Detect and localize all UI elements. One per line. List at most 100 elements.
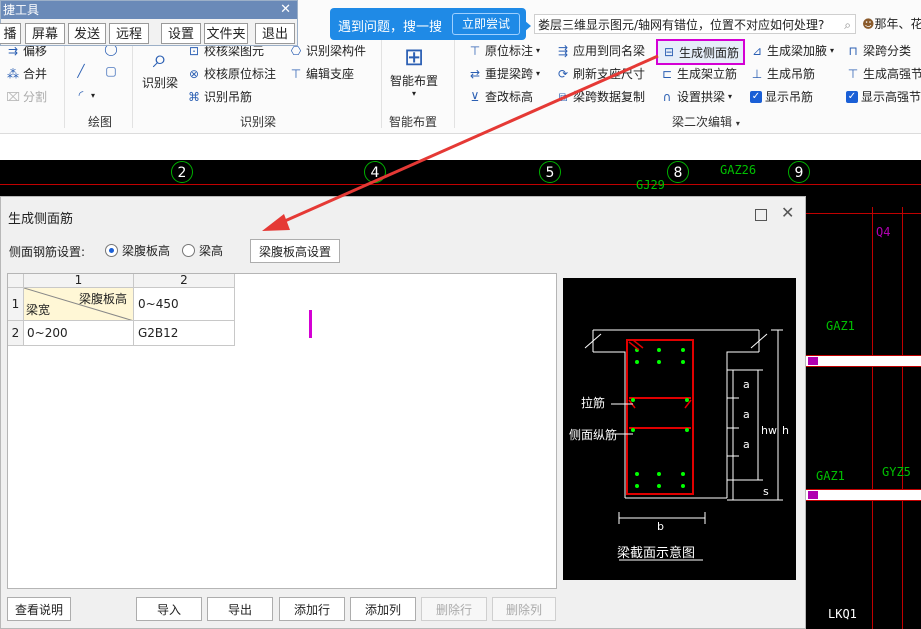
beam-section-preview: 拉筋 侧面纵筋 a a a hw h s b 梁截面示意图: [563, 278, 796, 580]
add-column-button[interactable]: 添加列: [350, 597, 416, 621]
show-high-strength-checkbox[interactable]: ✓ 显示高强节: [846, 88, 921, 105]
apply-same-name-button[interactable]: ⇶ 应用到同名梁: [556, 42, 645, 59]
refresh-support-button[interactable]: ⟳ 刷新支座尺寸: [556, 65, 645, 82]
dropdown-arrow-icon: ▾: [735, 119, 740, 128]
span-icon: ⇄: [469, 66, 481, 81]
delete-row-button[interactable]: 删除行: [421, 597, 487, 621]
table-corner: [8, 274, 24, 288]
recognize-hanger-button[interactable]: ⌘ 识别吊筋: [187, 88, 252, 105]
web-height-setting-button[interactable]: 梁腹板高设置: [250, 239, 340, 263]
edit-support-button[interactable]: ⊤ 编辑支座: [289, 65, 354, 82]
set-arch-beam-button[interactable]: ∩ 设置拱梁 ▾: [660, 88, 732, 105]
add-row-button[interactable]: 添加行: [279, 597, 345, 621]
user-account[interactable]: ☻那年、花: [862, 15, 921, 32]
smart-layout-button[interactable]: ⊞ 智能布置 ▾: [386, 42, 442, 98]
dialog-title: 生成侧面筋: [8, 212, 74, 227]
help-button[interactable]: 查看说明: [7, 597, 71, 621]
hanger-icon: ⌘: [188, 89, 200, 104]
rectangle-icon: ▢: [105, 64, 117, 78]
cad-label: GAZ1: [826, 319, 855, 333]
separator: [454, 40, 455, 128]
search-input[interactable]: 娄层三维显示图元/轴网有错位，位置不对应如何处理? ⌕: [534, 14, 856, 34]
toolbar-btn-settings[interactable]: 设置: [161, 23, 201, 44]
side-rebar-label: 侧面纵筋: [569, 428, 618, 442]
table-cell-corner[interactable]: 梁腹板高 梁宽: [24, 288, 134, 321]
line-tool-button[interactable]: ╱: [74, 64, 88, 78]
close-icon[interactable]: ✕: [781, 203, 794, 222]
show-hanger-checkbox[interactable]: ✓ 显示吊筋: [750, 88, 813, 105]
smart-layout-icon: ⊞: [403, 43, 425, 71]
radio-web-height[interactable]: 梁腹板高: [105, 242, 170, 259]
separator: [64, 40, 65, 128]
avatar-icon: ☻: [862, 17, 875, 31]
dim-label: a: [743, 408, 750, 421]
toolbar-btn-exit[interactable]: 退出: [255, 23, 295, 44]
checkbox-checked-icon: ✓: [846, 90, 858, 103]
rect-tool-button[interactable]: ▢: [104, 64, 118, 78]
dim-label: s: [763, 485, 769, 498]
table-cell[interactable]: G2B12: [134, 321, 235, 346]
try-now-button[interactable]: 立即尝试: [452, 13, 520, 35]
floating-toolbar-title: 捷工具 ✕: [1, 1, 297, 19]
recognize-beam-button[interactable]: ⌕ 识别梁: [140, 44, 180, 91]
elevation-icon: ⊻: [470, 89, 480, 104]
close-icon[interactable]: ✕: [280, 1, 291, 19]
radio-beam-height[interactable]: 梁高: [182, 242, 223, 259]
toolbar-btn-remote[interactable]: 远程: [109, 23, 149, 44]
split-button[interactable]: ⌧ 分割: [6, 88, 47, 105]
checkbox-checked-icon: ✓: [750, 90, 762, 103]
toolbar-btn-broadcast[interactable]: 播: [0, 23, 21, 44]
dim-label: a: [743, 438, 750, 451]
merge-button[interactable]: ⁂ 合并: [6, 65, 47, 82]
in-place-annotation-button[interactable]: ⊤ 原位标注 ▾: [468, 42, 540, 59]
generate-haunch-button[interactable]: ⊿ 生成梁加腋 ▾: [750, 42, 834, 59]
search-icon[interactable]: ⌕: [844, 15, 851, 33]
line-icon: ╱: [77, 64, 85, 78]
cad-line: [872, 207, 873, 629]
arc-tool-button[interactable]: ◜ ▾: [74, 88, 95, 102]
copy-span-data-button[interactable]: ⧉ 梁跨数据复制: [556, 88, 645, 105]
column-header[interactable]: 1: [24, 274, 134, 288]
generate-hanger-button[interactable]: ⊥ 生成吊筋: [750, 65, 815, 82]
column-header[interactable]: 2: [134, 274, 235, 288]
dropdown-arrow-icon: ▾: [830, 46, 835, 55]
row-header[interactable]: 1: [8, 288, 24, 321]
table-cell[interactable]: 0~450: [134, 288, 235, 321]
maximize-icon[interactable]: [755, 209, 767, 221]
text-cursor-mark: [309, 310, 312, 338]
toolbar-btn-screen[interactable]: 屏幕: [25, 23, 65, 44]
support-icon: ⊤: [290, 66, 302, 81]
dropdown-arrow-icon: ▾: [536, 46, 541, 55]
copy-icon: ⧉: [558, 89, 568, 104]
generate-erection-rebar-button[interactable]: ⊏ 生成架立筋: [660, 65, 737, 82]
generate-side-rebar-button[interactable]: ⊟ 生成侧面筋: [656, 39, 746, 65]
dim-label: a: [743, 378, 750, 391]
setting-label: 侧面钢筋设置:: [9, 245, 86, 259]
table-cell[interactable]: 0~200: [24, 321, 134, 346]
re-extract-span-button[interactable]: ⇄ 重提梁跨 ▾: [468, 65, 540, 82]
recognize-beam-icon: ⌕: [152, 44, 168, 74]
check-annotation-button[interactable]: ⊗ 校核原位标注: [187, 65, 276, 82]
rebar-table: 1 2 1 梁腹板高 梁宽 0~450 2 0~200 G2B12: [7, 273, 557, 589]
haunch-icon: ⊿: [751, 43, 763, 58]
toolbar-btn-send[interactable]: 发送: [68, 23, 106, 44]
merge-icon: ⁂: [7, 66, 19, 81]
dim-label: h: [782, 424, 789, 437]
axis-marker: 5: [539, 161, 561, 183]
check-elevation-button[interactable]: ⊻ 查改标高: [468, 88, 533, 105]
span-classify-button[interactable]: ⊓ 梁跨分类: [846, 42, 911, 59]
dropdown-arrow-icon: ▾: [728, 92, 733, 101]
radio-checked-icon: [105, 244, 118, 257]
recognize-beam-component-button[interactable]: ⎔ 识别梁构件: [289, 42, 366, 59]
separator: [132, 40, 133, 128]
import-button[interactable]: 导入: [136, 597, 202, 621]
toolbar-btn-folder[interactable]: 文件夹: [204, 23, 248, 44]
generate-high-strength-button[interactable]: ⊤ 生成高强节: [846, 65, 921, 82]
rebar-dots: [631, 348, 689, 488]
export-button[interactable]: 导出: [207, 597, 273, 621]
cad-line: [902, 207, 903, 629]
delete-column-button[interactable]: 删除列: [492, 597, 556, 621]
cad-label: Q4: [876, 225, 891, 239]
cad-label: LKQ1: [828, 607, 857, 621]
row-header[interactable]: 2: [8, 321, 24, 346]
